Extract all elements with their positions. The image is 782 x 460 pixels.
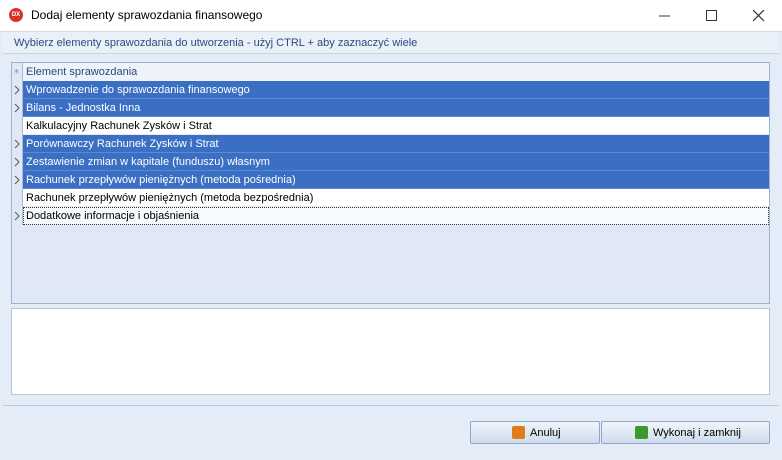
- arrow-right-icon: [635, 426, 648, 439]
- maximize-button[interactable]: [689, 0, 735, 31]
- table-row[interactable]: Rachunek przepływów pieniężnych (metoda …: [12, 171, 769, 189]
- row-indicator[interactable]: [12, 189, 23, 207]
- row-indicator[interactable]: [12, 207, 23, 225]
- row-indicator[interactable]: [12, 117, 23, 135]
- chevron-right-icon: [14, 139, 20, 149]
- row-label: Zestawienie zmian w kapitale (funduszu) …: [23, 153, 769, 171]
- table-row[interactable]: Wprowadzenie do sprawozdania finansowego: [12, 81, 769, 99]
- table-row[interactable]: Zestawienie zmian w kapitale (funduszu) …: [12, 153, 769, 171]
- table-row[interactable]: Rachunek przepływów pieniężnych (metoda …: [12, 189, 769, 207]
- grid-header: * Element sprawozdania: [12, 63, 769, 82]
- title-bar: DX Dodaj elementy sprawozdania finansowe…: [0, 0, 782, 32]
- row-label: Rachunek przepływów pieniężnych (metoda …: [23, 171, 769, 189]
- execute-and-close-button[interactable]: Wykonaj i zamknij: [601, 421, 770, 444]
- minimize-icon: [659, 15, 670, 17]
- table-row[interactable]: Porównawczy Rachunek Zysków i Strat: [12, 135, 769, 153]
- instruction-bar: Wybierz elementy sprawozdania do utworze…: [3, 32, 779, 54]
- row-label: Rachunek przepływów pieniężnych (metoda …: [23, 189, 769, 207]
- cancel-button-label: Anuluj: [530, 427, 561, 439]
- chevron-right-icon: [14, 85, 20, 95]
- maximize-icon: [706, 10, 717, 21]
- close-button[interactable]: [736, 0, 782, 31]
- row-label: Porównawczy Rachunek Zysków i Strat: [23, 135, 769, 153]
- table-row[interactable]: Dodatkowe informacje i objaśnienia: [12, 207, 769, 225]
- cancel-button[interactable]: Anuluj: [470, 421, 600, 444]
- row-indicator[interactable]: [12, 81, 23, 99]
- chevron-right-icon: [14, 175, 20, 185]
- header-indicator: *: [12, 63, 23, 81]
- row-label: Dodatkowe informacje i objaśnienia: [23, 207, 769, 225]
- footer-divider: [3, 405, 779, 406]
- row-label: Kalkulacyjny Rachunek Zysków i Strat: [23, 117, 769, 135]
- column-header-element[interactable]: Element sprawozdania: [23, 63, 769, 81]
- row-indicator[interactable]: [12, 135, 23, 153]
- report-elements-grid[interactable]: * Element sprawozdania Wprowadzenie do s…: [11, 62, 770, 304]
- row-indicator[interactable]: [12, 171, 23, 189]
- minimize-button[interactable]: [642, 0, 688, 31]
- execute-button-label: Wykonaj i zamknij: [653, 427, 741, 439]
- asterisk-icon: *: [14, 68, 19, 77]
- close-icon: [753, 10, 765, 22]
- description-panel: [11, 308, 770, 395]
- chevron-right-icon: [14, 103, 20, 113]
- cancel-icon: [512, 426, 525, 439]
- row-label: Bilans - Jednostka Inna: [23, 99, 769, 117]
- chevron-right-icon: [14, 157, 20, 167]
- row-indicator[interactable]: [12, 153, 23, 171]
- table-row[interactable]: Kalkulacyjny Rachunek Zysków i Strat: [12, 117, 769, 135]
- row-indicator[interactable]: [12, 99, 23, 117]
- svg-text:*: *: [14, 68, 19, 77]
- chevron-right-icon: [14, 211, 20, 221]
- instruction-text: Wybierz elementy sprawozdania do utworze…: [14, 37, 418, 49]
- window-title: Dodaj elementy sprawozdania finansowego: [31, 8, 263, 22]
- row-label: Wprowadzenie do sprawozdania finansowego: [23, 81, 769, 99]
- table-row[interactable]: Bilans - Jednostka Inna: [12, 99, 769, 117]
- app-icon: DX: [9, 8, 23, 22]
